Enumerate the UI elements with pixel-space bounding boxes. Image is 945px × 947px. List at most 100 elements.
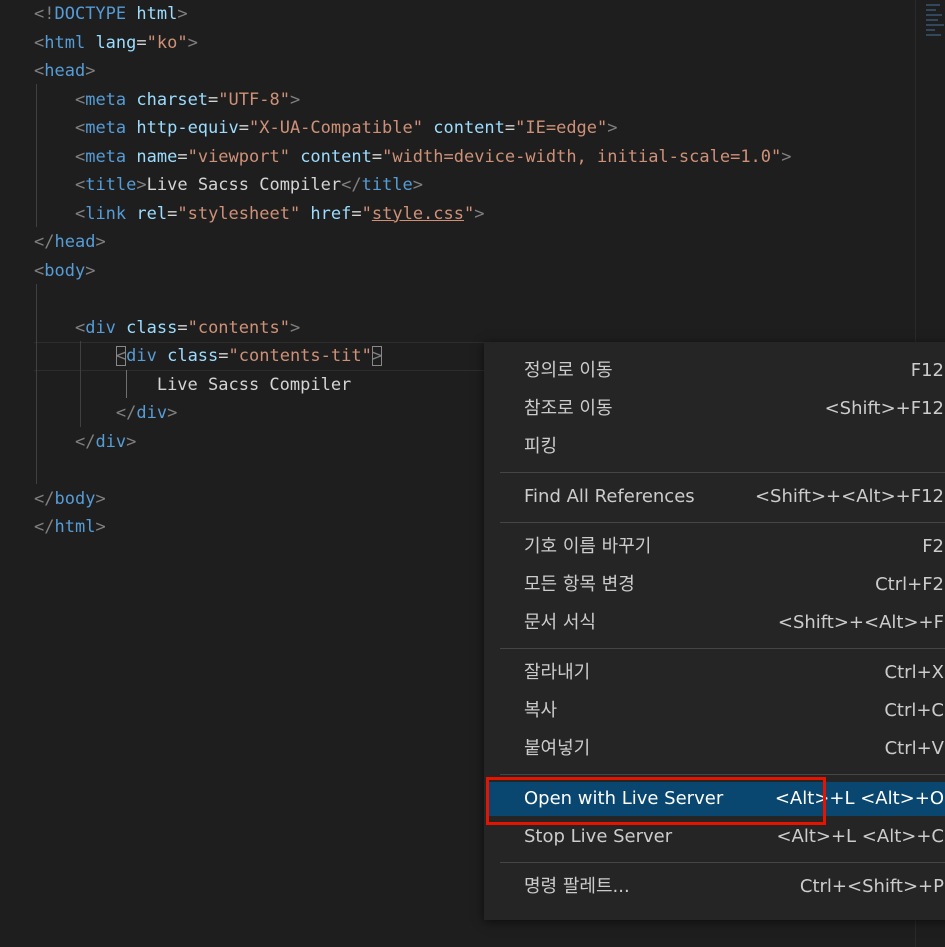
code-token: meta [85, 118, 127, 138]
code-token: </ [115, 403, 137, 423]
code-line[interactable]: <html lang="ko"> [34, 29, 198, 57]
indent-guide [36, 84, 37, 227]
code-token: head [54, 232, 96, 252]
menu-item-stop-live-server[interactable]: Stop Live Server <Alt>+L <Alt>+C [500, 820, 945, 854]
code-token: < [74, 317, 86, 338]
code-line[interactable]: <div class="contents"> [34, 314, 300, 342]
code-line[interactable]: </html> [34, 513, 106, 541]
code-token: "viewport" [187, 146, 290, 167]
code-token: > [607, 118, 618, 138]
menu-item-label: 모든 항목 변경 [524, 574, 635, 595]
menu-item-label: 참조로 이동 [524, 398, 613, 419]
menu-item-go-to-references[interactable]: 참조로 이동 <Shift>+F12 [500, 392, 945, 426]
context-menu: 정의로 이동 F12 참조로 이동 <Shift>+F12 피킹 Find All Ref… [484, 342, 945, 920]
code-token: </ [34, 517, 55, 537]
code-token: "ko" [146, 32, 188, 53]
code-token: div [95, 431, 127, 452]
code-token: meta [85, 146, 127, 167]
code-line[interactable]: <!DOCTYPE html> [34, 0, 188, 28]
code-token: " [361, 203, 372, 224]
code-token: < [74, 89, 86, 110]
code-token: = [177, 146, 188, 167]
menu-item-find-all-references[interactable]: Find All References <Shift>+<Alt>+F12 [500, 480, 945, 514]
menu-item-peek[interactable]: 피킹 [500, 430, 945, 464]
code-token: </ [74, 431, 96, 452]
code-token: meta [85, 89, 127, 110]
code-token: = [371, 146, 383, 167]
code-token: DOCTYPE [54, 4, 127, 24]
code-line[interactable]: <link rel="stylesheet" href="style.css"> [34, 200, 485, 228]
code-token: "width=device-width, initial-scale=1.0" [382, 146, 782, 167]
code-token: "UTF-8" [218, 89, 290, 110]
code-line[interactable]: <meta http-equiv="X-UA-Compatible" conte… [34, 114, 618, 142]
code-token: > [177, 4, 188, 24]
menu-item-shortcut: <Alt>+L <Alt>+C [776, 826, 944, 847]
code-line[interactable]: <div class="contents-tit"> [34, 342, 383, 370]
code-line[interactable]: <title>Live Sacss Compiler</title> [34, 171, 423, 199]
code-line[interactable]: <meta name="viewport" content="width=dev… [34, 143, 792, 171]
code-token: </ [34, 232, 55, 252]
code-token: class [115, 317, 178, 338]
menu-item-open-with-live-server[interactable]: Open with Live Server <Alt>+L <Alt>+O [488, 782, 945, 816]
code-token: content [289, 146, 372, 167]
menu-item-shortcut: Ctrl+F2 [875, 574, 944, 595]
code-token: content [423, 118, 505, 138]
menu-item-go-to-definition[interactable]: 정의로 이동 F12 [500, 354, 945, 388]
menu-item-label: 기호 이름 바꾸기 [524, 536, 652, 557]
code-token: > [136, 175, 147, 195]
code-line[interactable]: <meta charset="UTF-8"> [34, 86, 300, 114]
code-token: div [126, 346, 157, 366]
menu-item-label: Stop Live Server [524, 826, 673, 847]
code-token: > [781, 146, 792, 167]
code-token: = [238, 118, 249, 138]
menu-item-format-document[interactable]: 문서 서식 <Shift>+<Alt>+F [500, 606, 945, 640]
code-token: > [85, 260, 96, 281]
code-token: div [136, 403, 168, 423]
code-token: > [95, 517, 106, 537]
menu-item-cut[interactable]: 잘라내기 Ctrl+X [500, 656, 945, 690]
menu-separator [500, 774, 945, 775]
code-token: style.css [371, 203, 464, 224]
code-token: = [177, 317, 188, 338]
code-token: "X-UA-Compatible" [249, 118, 423, 138]
code-token: Live Sacss Compiler [156, 374, 352, 395]
indent-guide [80, 341, 81, 427]
menu-item-label: Open with Live Server [524, 788, 724, 809]
code-line[interactable]: </div> [34, 399, 177, 427]
code-token: class [156, 346, 219, 366]
code-token: > [474, 203, 485, 224]
menu-item-label: 문서 서식 [524, 612, 596, 633]
menu-item-shortcut: Ctrl+<Shift>+P [799, 876, 944, 897]
code-token: < [74, 146, 86, 167]
menu-separator [500, 472, 945, 473]
code-token: Live Sacss Compiler [146, 175, 342, 195]
menu-item-paste[interactable]: 붙여넣기 Ctrl+V [500, 732, 945, 766]
code-line[interactable]: <body> [34, 257, 95, 285]
menu-item-copy[interactable]: 복사 Ctrl+C [500, 694, 945, 728]
code-line[interactable]: </div> [34, 428, 136, 456]
code-token: > [412, 175, 424, 195]
menu-item-label: 복사 [524, 700, 558, 721]
code-token: html [126, 4, 178, 24]
code-line[interactable]: </head> [34, 228, 106, 256]
menu-item-label: 잘라내기 [524, 662, 591, 683]
menu-item-shortcut: <Shift>+<Alt>+F12 [754, 486, 944, 507]
code-line[interactable]: <head> [34, 57, 95, 85]
menu-item-command-palette[interactable]: 명령 팔레트... Ctrl+<Shift>+P [500, 870, 945, 904]
code-line[interactable]: </body> [34, 485, 106, 513]
menu-item-rename-symbol[interactable]: 기호 이름 바꾸기 F2 [500, 530, 945, 564]
code-line[interactable]: Live Sacss Compiler [34, 371, 351, 399]
menu-item-shortcut: Ctrl+V [884, 738, 944, 759]
menu-item-shortcut: <Shift>+<Alt>+F [777, 612, 944, 633]
menu-item-shortcut: F12 [910, 360, 944, 381]
menu-item-change-all-occurrences[interactable]: 모든 항목 변경 Ctrl+F2 [500, 568, 945, 602]
code-token: href [300, 203, 352, 224]
